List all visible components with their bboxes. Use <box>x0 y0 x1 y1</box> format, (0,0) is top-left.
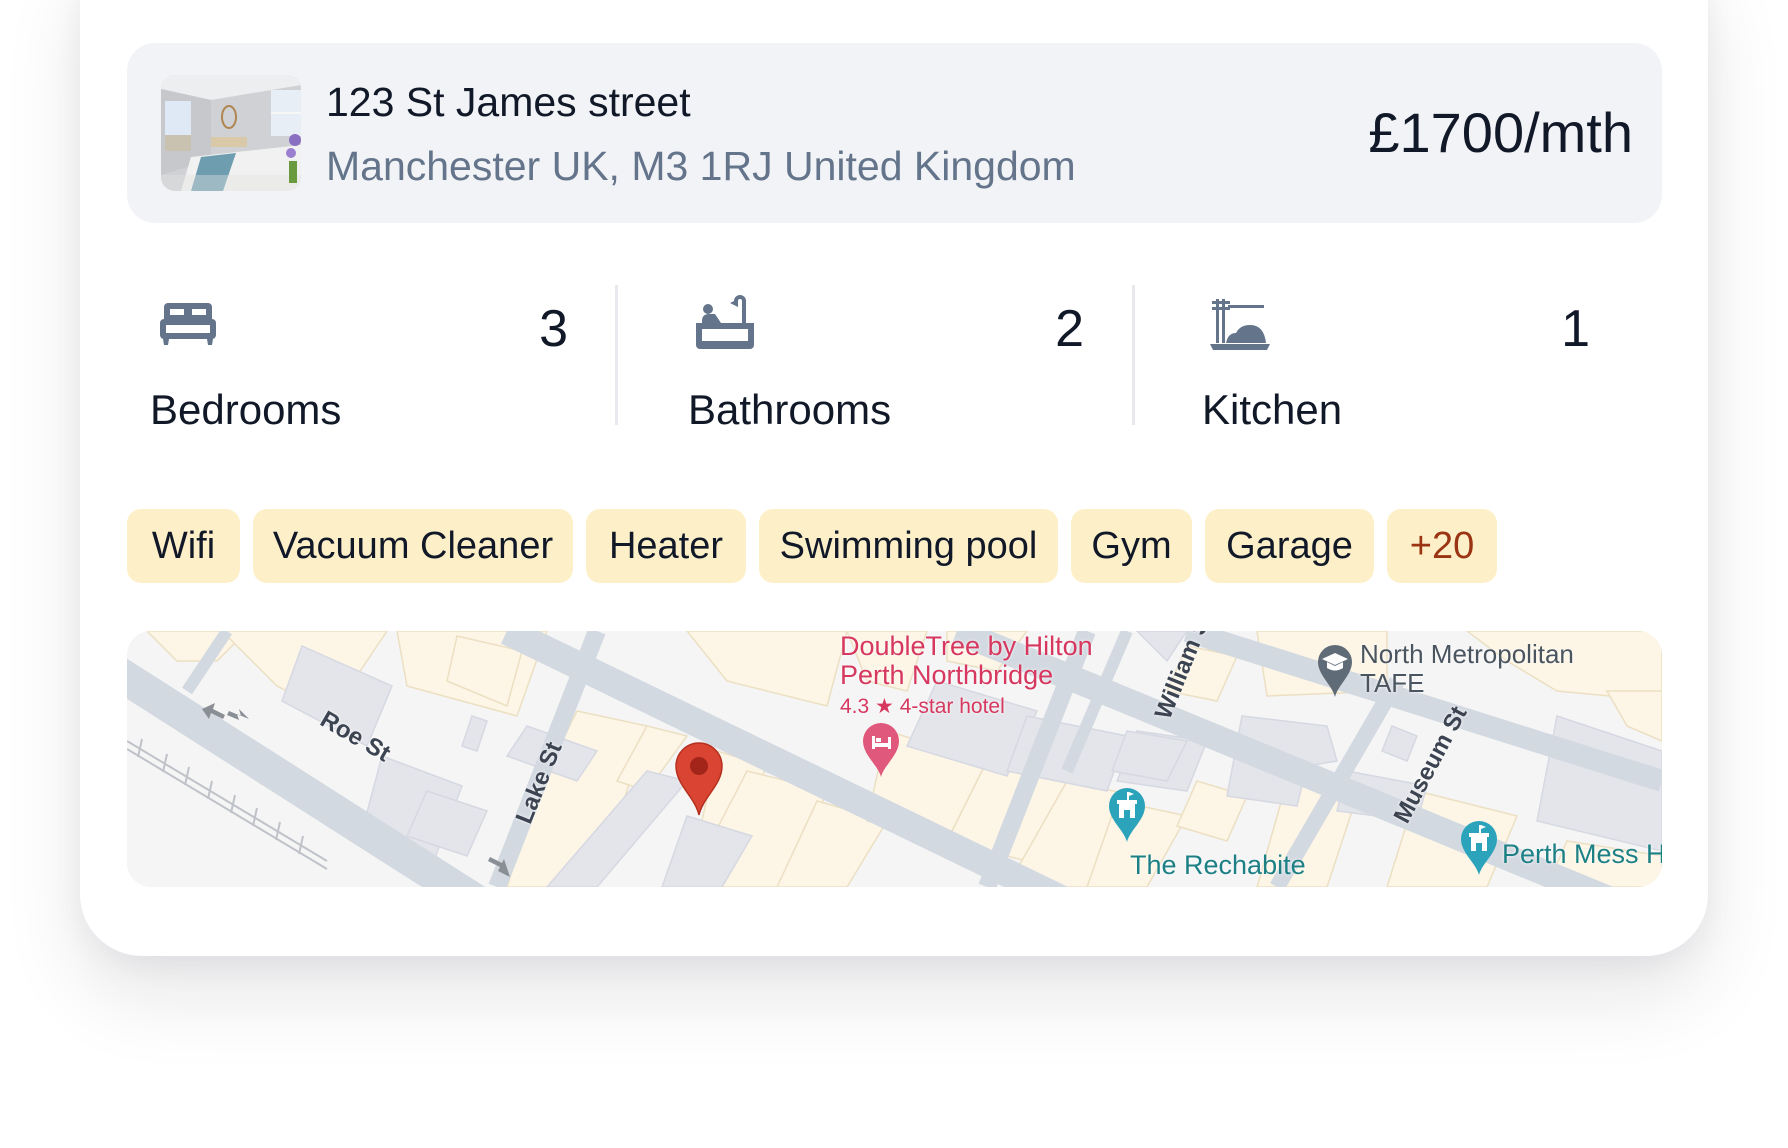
school-pin-icon[interactable] <box>1316 643 1354 699</box>
bedrooms-label: Bedrooms <box>150 386 342 433</box>
listing-address: Manchester UK, M3 1RJ United Kingdom <box>326 143 1076 189</box>
poi-hotel-name[interactable]: DoubleTree by Hilton Perth Northbridge <box>840 632 1093 690</box>
amenity-chip-gym[interactable]: Gym <box>1071 509 1192 583</box>
amenity-chip-swimming-pool[interactable]: Swimming pool <box>759 509 1058 583</box>
amenity-chip-wifi[interactable]: Wifi <box>127 509 240 583</box>
bathrooms-label: Bathrooms <box>688 386 892 433</box>
location-pin-icon[interactable] <box>674 741 724 817</box>
listing-title: 123 St James street <box>326 79 691 125</box>
landmark-pin-icon[interactable] <box>1107 786 1147 844</box>
poi-north-metropolitan-tafe[interactable]: North Metropolitan TAFE <box>1360 640 1574 698</box>
bathrooms-count: 2 <box>1055 300 1084 358</box>
poi-tafe-line2: TAFE <box>1360 668 1425 698</box>
poi-hotel-rating-label: 4-star hotel <box>899 695 1005 718</box>
bed-icon <box>156 295 220 359</box>
amenity-chip-heater[interactable]: Heater <box>586 509 746 583</box>
amenity-chip-garage[interactable]: Garage <box>1205 509 1374 583</box>
poi-hotel-name-line1: DoubleTree by Hilton <box>840 631 1093 661</box>
poi-hotel-rating-value: 4.3 <box>840 695 870 718</box>
stat-kitchen: 1 Kitchen <box>1202 285 1590 433</box>
bedroom-photo <box>161 75 301 191</box>
hotel-pin-icon[interactable] <box>861 721 901 779</box>
poi-perth-mess-hall[interactable]: Perth Mess Ha <box>1502 839 1662 870</box>
kitchen-icon <box>1208 295 1272 359</box>
poi-hotel-name-line2: Perth Northbridge <box>840 660 1054 690</box>
stat-divider <box>615 285 618 425</box>
poi-tafe-line1: North Metropolitan <box>1360 639 1574 669</box>
stat-bathrooms: 2 Bathrooms <box>688 285 1084 433</box>
stat-bedrooms: 3 Bedrooms <box>150 285 568 433</box>
kitchen-count: 1 <box>1561 300 1590 358</box>
bedrooms-count: 3 <box>539 300 568 358</box>
poi-hotel-rating: 4.3 ★ 4-star hotel <box>840 694 1005 719</box>
listing-price: £1700/mth <box>1368 101 1633 164</box>
stat-divider <box>1132 285 1135 425</box>
star-icon: ★ <box>875 695 894 718</box>
location-map[interactable]: Roe St Lake St William St Museum St Doub… <box>127 631 1662 887</box>
amenities-more-button[interactable]: +20 <box>1387 509 1497 583</box>
landmark-pin-icon[interactable] <box>1459 819 1499 877</box>
amenity-chip-vacuum-cleaner[interactable]: Vacuum Cleaner <box>253 509 573 583</box>
poi-the-rechabite[interactable]: The Rechabite <box>1130 850 1306 881</box>
kitchen-label: Kitchen <box>1202 386 1343 433</box>
bathtub-icon <box>694 295 758 359</box>
listing-header[interactable]: 123 St James street Manchester UK, M3 1R… <box>127 43 1662 223</box>
property-thumbnail[interactable] <box>161 75 301 191</box>
